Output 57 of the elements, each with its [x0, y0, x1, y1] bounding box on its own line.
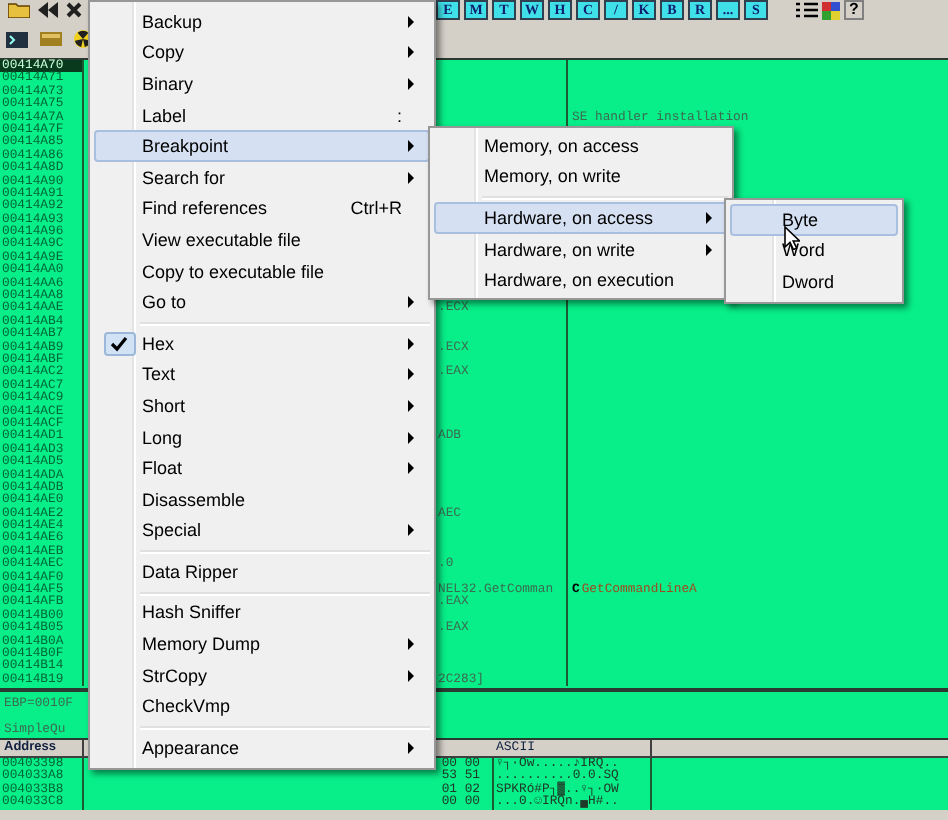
submenu-arrow-icon	[408, 462, 414, 475]
submenu-arrow-icon	[408, 431, 414, 444]
submenu-arrow-icon	[408, 171, 414, 184]
list-icon[interactable]	[796, 2, 818, 18]
submenu-arrow-icon	[408, 337, 414, 350]
submenu-arrow-icon	[408, 638, 414, 651]
menu-item[interactable]: Binary	[94, 68, 430, 100]
terminal-icon[interactable]	[6, 31, 28, 47]
shortcut-label: :	[396, 105, 402, 126]
shortcut-label: Ctrl+R	[350, 198, 402, 219]
submenu-arrow-icon	[408, 741, 414, 754]
help-button[interactable]: ?	[844, 0, 864, 20]
menu-item[interactable]: Text	[94, 359, 430, 391]
submenu-arrow-icon	[408, 140, 414, 153]
menu-item[interactable]: CheckVmp	[94, 690, 430, 723]
menu-item[interactable]: Breakpoint	[94, 130, 430, 162]
submenu-arrow-icon	[408, 77, 414, 90]
submenu-arrow-icon	[408, 296, 414, 309]
menu-item[interactable]: Float	[94, 452, 430, 484]
menu-item[interactable]: Copy	[94, 37, 430, 69]
menu-item[interactable]: Short	[94, 390, 430, 422]
close-icon[interactable]	[66, 2, 82, 18]
menu-item[interactable]: Disassemble	[94, 483, 430, 515]
menu-item[interactable]: Memory Dump	[94, 628, 430, 660]
menu-item[interactable]: StrCopy	[94, 659, 430, 691]
menu-item[interactable]: Word	[730, 235, 898, 267]
submenu-arrow-icon	[706, 211, 712, 224]
menu-item[interactable]: Hardware, on access	[434, 202, 728, 234]
submenu-arrow-icon	[408, 399, 414, 412]
menu-item[interactable]: Backup	[94, 6, 430, 38]
color-grid-icon[interactable]	[822, 1, 840, 19]
menu-item[interactable]: Hash Sniffer	[94, 597, 430, 629]
folder-icon[interactable]	[8, 2, 30, 18]
menu-item[interactable]: Find references Ctrl+R	[94, 193, 430, 225]
submenu-arrow-icon	[408, 15, 414, 28]
submenu-arrow-icon	[408, 368, 414, 381]
rewind-icon[interactable]	[38, 2, 58, 18]
menu-item[interactable]: Byte	[730, 204, 898, 236]
submenu-arrow-icon	[706, 243, 712, 256]
menu-item[interactable]: Dword	[730, 266, 898, 298]
menu-item[interactable]: Memory, on access	[434, 130, 728, 162]
menu-item[interactable]: Copy to executable file	[94, 255, 430, 287]
menu-item[interactable]: Hardware, on write	[434, 233, 728, 265]
menu-item[interactable]: Special	[94, 515, 430, 547]
submenu-arrow-icon	[408, 46, 414, 59]
submenu-arrow-icon	[408, 524, 414, 537]
menu-item[interactable]: Label :	[94, 99, 430, 131]
menu-item[interactable]: Search for	[94, 161, 430, 194]
menu-item[interactable]: View executable file	[94, 224, 430, 256]
menu-item[interactable]: Hex	[94, 327, 430, 360]
menu-item[interactable]: Appearance	[94, 732, 430, 764]
submenu-arrow-icon	[408, 669, 414, 682]
menu-item[interactable]: Go to	[94, 286, 430, 318]
menu-item[interactable]: Hardware, on execution	[434, 264, 728, 296]
menu-item[interactable]: Memory, on write	[434, 161, 728, 193]
menu-item[interactable]: Long	[94, 421, 430, 453]
menu-item[interactable]: Data Ripper	[94, 556, 430, 588]
